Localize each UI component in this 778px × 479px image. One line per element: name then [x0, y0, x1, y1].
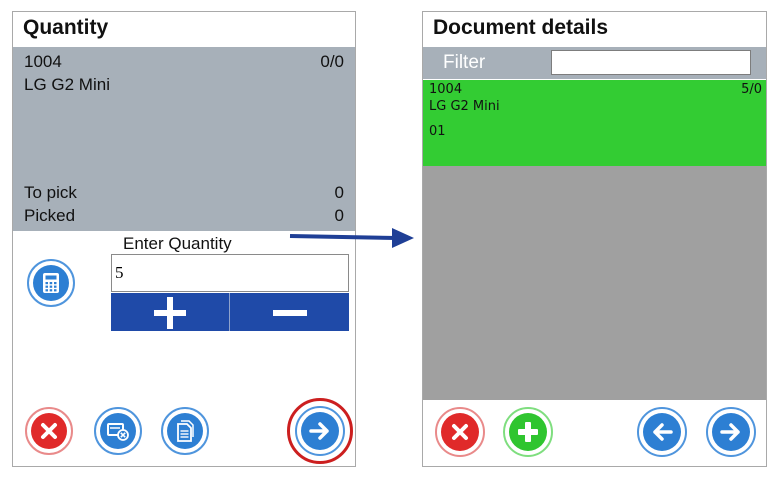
cancel-icon [452, 424, 468, 440]
item-info-box: 1004 0/0 LG G2 Mini To pick 0 Picked 0 [13, 47, 355, 231]
flow-arrow-icon [289, 228, 414, 248]
item-name: LG G2 Mini [24, 75, 110, 94]
filter-bar: Filter [423, 47, 766, 79]
list-item[interactable]: 1004 5/0 LG G2 Mini 01 [423, 80, 766, 166]
filter-input[interactable] [551, 50, 751, 75]
add-icon [518, 422, 538, 442]
row-line: 01 [429, 124, 446, 139]
item-code: 1004 [24, 52, 62, 71]
calculator-button[interactable] [27, 259, 75, 307]
document-icon [177, 420, 194, 442]
quantity-input[interactable] [111, 254, 349, 292]
next-button-highlight [287, 398, 353, 464]
clear-button[interactable] [94, 407, 142, 455]
row-code: 1004 [429, 82, 463, 97]
to-pick-label: To pick [24, 183, 77, 202]
picked-label: Picked [24, 206, 76, 225]
filter-label: Filter [443, 52, 486, 73]
row-name: LG G2 Mini [429, 99, 500, 114]
row-count: 5/0 [741, 82, 762, 97]
add-button[interactable] [503, 407, 553, 457]
cancel-icon [41, 423, 57, 439]
cancel-button[interactable] [435, 407, 485, 457]
page-title: Quantity [23, 16, 109, 39]
item-count: 0/0 [320, 52, 344, 71]
picked-value: 0 [334, 206, 344, 225]
next-button[interactable] [295, 406, 345, 456]
clear-icon [107, 423, 129, 441]
page-title: Document details [433, 16, 609, 39]
to-pick-value: 0 [334, 183, 344, 202]
list-area [423, 166, 766, 400]
back-button[interactable] [637, 407, 687, 457]
back-arrow-icon [653, 423, 673, 441]
calculator-icon [43, 273, 59, 293]
document-details-screen: Document details Filter 1004 5/0 LG G2 M… [422, 11, 767, 467]
decrement-button[interactable] [230, 293, 349, 331]
increment-button[interactable] [111, 293, 229, 331]
next-arrow-icon [720, 423, 740, 441]
next-button[interactable] [706, 407, 756, 457]
next-arrow-icon [309, 422, 329, 440]
plus-icon [154, 297, 186, 329]
minus-icon [272, 310, 307, 316]
enter-quantity-label: Enter Quantity [123, 234, 232, 253]
document-button[interactable] [161, 407, 209, 455]
cancel-button[interactable] [25, 407, 73, 455]
